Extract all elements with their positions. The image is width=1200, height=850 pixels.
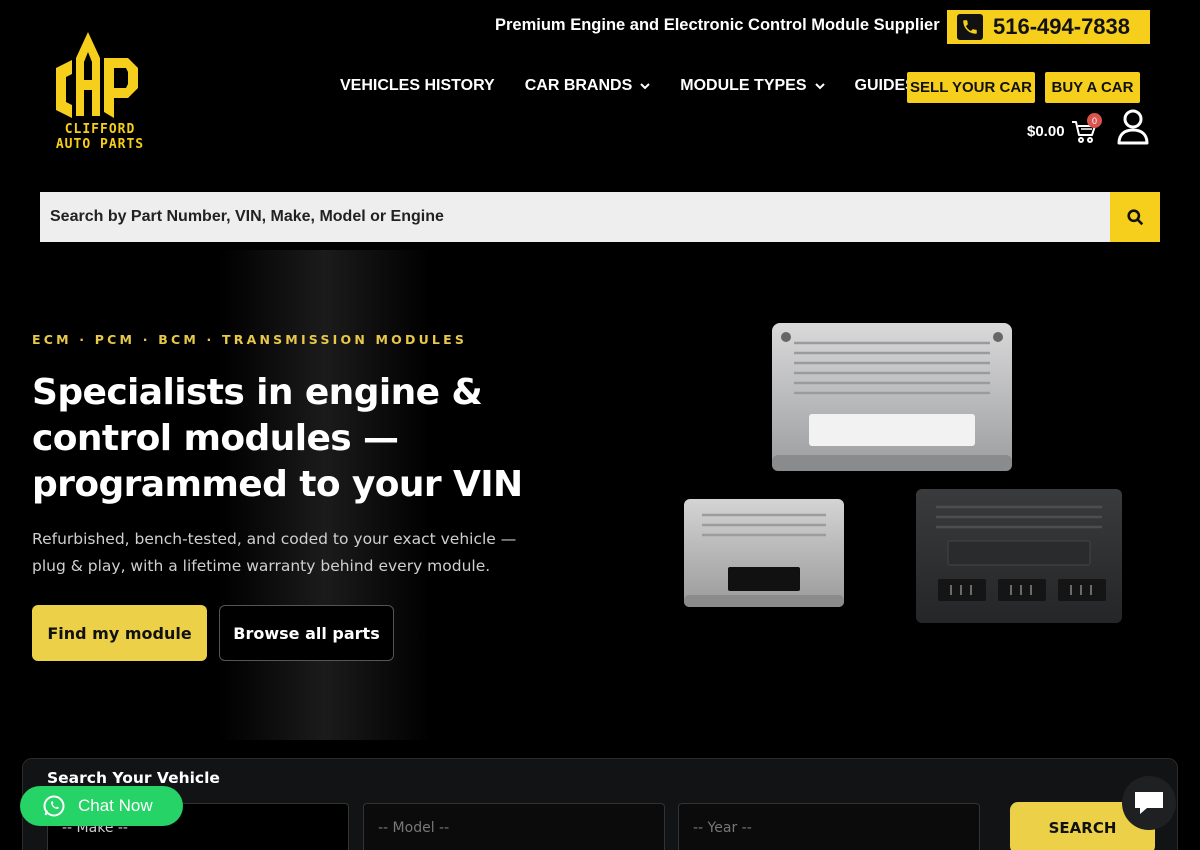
header-tagline: Premium Engine and Electronic Control Mo… xyxy=(495,16,940,34)
chat-now-button[interactable]: Chat Now xyxy=(20,786,183,826)
model-select[interactable]: -- Model -- xyxy=(363,803,665,850)
sell-your-car-button[interactable]: SELL YOUR CAR xyxy=(907,72,1035,103)
nav-label: CAR BRANDS xyxy=(524,77,633,94)
cart-amount[interactable]: $0.00 xyxy=(1027,123,1065,140)
search-input[interactable] xyxy=(40,192,1110,242)
chat-bubble-icon xyxy=(1135,792,1163,814)
browse-all-parts-button[interactable]: Browse all parts xyxy=(219,605,394,661)
nav-car-brands[interactable]: CAR BRANDS xyxy=(525,77,651,95)
nav-label: MODULE TYPES xyxy=(680,77,807,94)
vehicle-search-panel: Search Your Vehicle -- Make -- -- Model … xyxy=(22,758,1178,850)
nav-module-types[interactable]: MODULE TYPES xyxy=(680,77,825,95)
phone-button[interactable]: 516-494-7838 xyxy=(947,10,1150,44)
site-search xyxy=(40,192,1160,242)
search-icon xyxy=(1126,208,1143,225)
module-top xyxy=(772,323,1012,471)
phone-number: 516-494-7838 xyxy=(993,14,1131,39)
year-select[interactable]: -- Year -- xyxy=(678,803,980,850)
brand-name-line2: AUTO PARTS xyxy=(55,137,145,152)
chevron-down-icon xyxy=(814,82,825,89)
phone-icon xyxy=(957,14,983,40)
user-account-icon[interactable] xyxy=(1116,109,1150,145)
brand-name: CLIFFORD AUTO PARTS xyxy=(44,122,156,152)
hero-subtext: Refurbished, bench-tested, and coded to … xyxy=(32,530,517,575)
vehicle-search-title: Search Your Vehicle xyxy=(47,769,220,787)
live-chat-button[interactable] xyxy=(1122,776,1176,830)
whatsapp-icon xyxy=(43,795,65,817)
nav-vehicles-history[interactable]: VEHICLES HISTORY xyxy=(340,77,495,95)
buy-a-car-button[interactable]: BUY A CAR xyxy=(1045,72,1140,103)
chevron-down-icon xyxy=(640,82,650,89)
find-my-module-button[interactable]: Find my module xyxy=(32,605,207,661)
search-button[interactable] xyxy=(1110,192,1160,242)
control-modules-illustration xyxy=(684,323,1122,623)
cart-count-badge: 0 xyxy=(1087,113,1102,128)
hero-headline: Specialists in engine & control modules … xyxy=(32,372,523,505)
chat-now-label: Chat Now xyxy=(78,796,153,815)
hero-eyebrow: ECM · PCM · BCM · TRANSMISSION MODULES xyxy=(32,332,468,347)
module-right xyxy=(916,489,1122,623)
brand-name-line1: CLIFFORD xyxy=(64,122,136,137)
nav-label: VEHICLES HISTORY xyxy=(340,77,495,94)
module-left xyxy=(684,499,844,607)
main-nav: VEHICLES HISTORY CAR BRANDS MODULE TYPES… xyxy=(340,77,946,95)
